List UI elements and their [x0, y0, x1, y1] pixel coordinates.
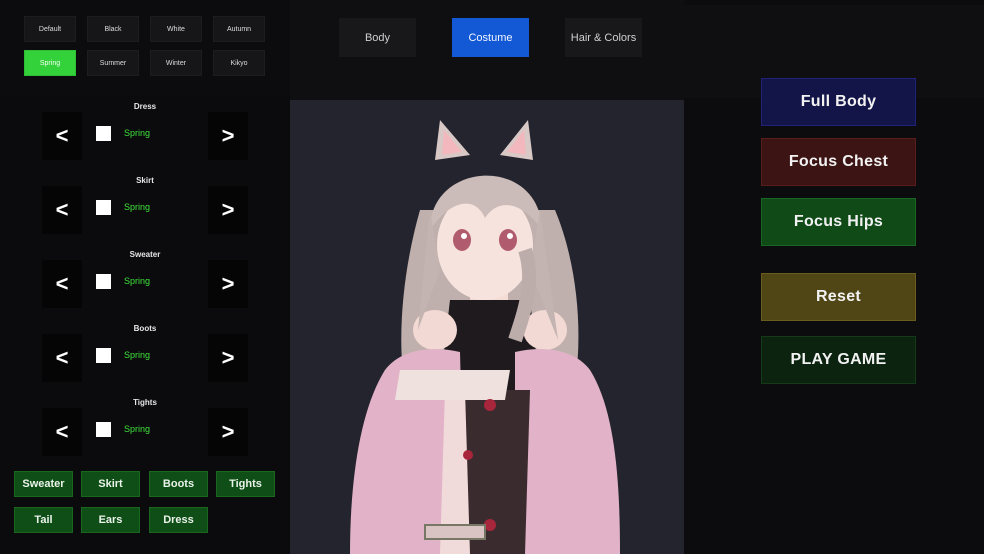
reset-button[interactable]: Reset [761, 273, 916, 321]
slot-value: Spring [124, 202, 151, 212]
color-swatch[interactable] [96, 200, 111, 215]
slot-sweater: Sweater < Spring > [40, 250, 248, 328]
preset-default-button[interactable]: Default [24, 16, 76, 42]
preset-white-button[interactable]: White [150, 16, 202, 42]
slot-boots: Boots < Spring > [40, 324, 248, 402]
toggle-skirt-button[interactable]: Skirt [81, 471, 140, 497]
toggle-dress-button[interactable]: Dress [149, 507, 208, 533]
tab-body[interactable]: Body [339, 18, 416, 57]
color-swatch[interactable] [96, 126, 111, 141]
toggle-sweater-button[interactable]: Sweater [14, 471, 73, 497]
preset-winter-button[interactable]: Winter [150, 50, 202, 76]
slot-skirt: Skirt < Spring > [40, 176, 248, 254]
preset-spring-button[interactable]: Spring [24, 50, 76, 76]
next-boots-button[interactable]: > [208, 334, 248, 382]
next-skirt-button[interactable]: > [208, 186, 248, 234]
play-game-button[interactable]: PLAY GAME [761, 336, 916, 384]
slot-title: Dress [133, 102, 157, 111]
next-tights-button[interactable]: > [208, 408, 248, 456]
color-swatch[interactable] [96, 274, 111, 289]
slot-title: Sweater [129, 250, 161, 259]
preset-summer-button[interactable]: Summer [87, 50, 139, 76]
slot-title: Tights [133, 398, 157, 407]
prev-boots-button[interactable]: < [42, 334, 82, 382]
prev-dress-button[interactable]: < [42, 112, 82, 160]
slot-title: Boots [133, 324, 157, 333]
tab-costume[interactable]: Costume [452, 18, 529, 57]
focus-chest-button[interactable]: Focus Chest [761, 138, 916, 186]
color-swatch[interactable] [96, 348, 111, 363]
slot-value: Spring [124, 276, 151, 286]
prev-tights-button[interactable]: < [42, 408, 82, 456]
toggle-tail-button[interactable]: Tail [14, 507, 73, 533]
toggle-tights-button[interactable]: Tights [216, 471, 275, 497]
color-swatch[interactable] [96, 422, 111, 437]
character-model [350, 120, 620, 554]
top-tab-bar: Body Costume Hair & Colors [290, 0, 684, 100]
focus-hips-button[interactable]: Focus Hips [761, 198, 916, 246]
toggle-ears-button[interactable]: Ears [81, 507, 140, 533]
prev-sweater-button[interactable]: < [42, 260, 82, 308]
slot-value: Spring [124, 128, 151, 138]
tab-hair-colors[interactable]: Hair & Colors [565, 18, 642, 57]
next-dress-button[interactable]: > [208, 112, 248, 160]
prev-skirt-button[interactable]: < [42, 186, 82, 234]
next-sweater-button[interactable]: > [208, 260, 248, 308]
preset-grid: Default Black White Autumn Spring Summer… [0, 0, 290, 95]
slot-tights: Tights < Spring > [40, 398, 248, 476]
preset-kikyo-button[interactable]: Kikyo [213, 50, 265, 76]
toggle-boots-button[interactable]: Boots [149, 471, 208, 497]
slot-value: Spring [124, 424, 151, 434]
character-viewport[interactable] [290, 100, 684, 554]
slot-title: Skirt [136, 176, 154, 185]
preset-autumn-button[interactable]: Autumn [213, 16, 265, 42]
preset-black-button[interactable]: Black [87, 16, 139, 42]
slot-value: Spring [124, 350, 151, 360]
slot-dress: Dress < Spring > [40, 102, 248, 180]
full-body-button[interactable]: Full Body [761, 78, 916, 126]
